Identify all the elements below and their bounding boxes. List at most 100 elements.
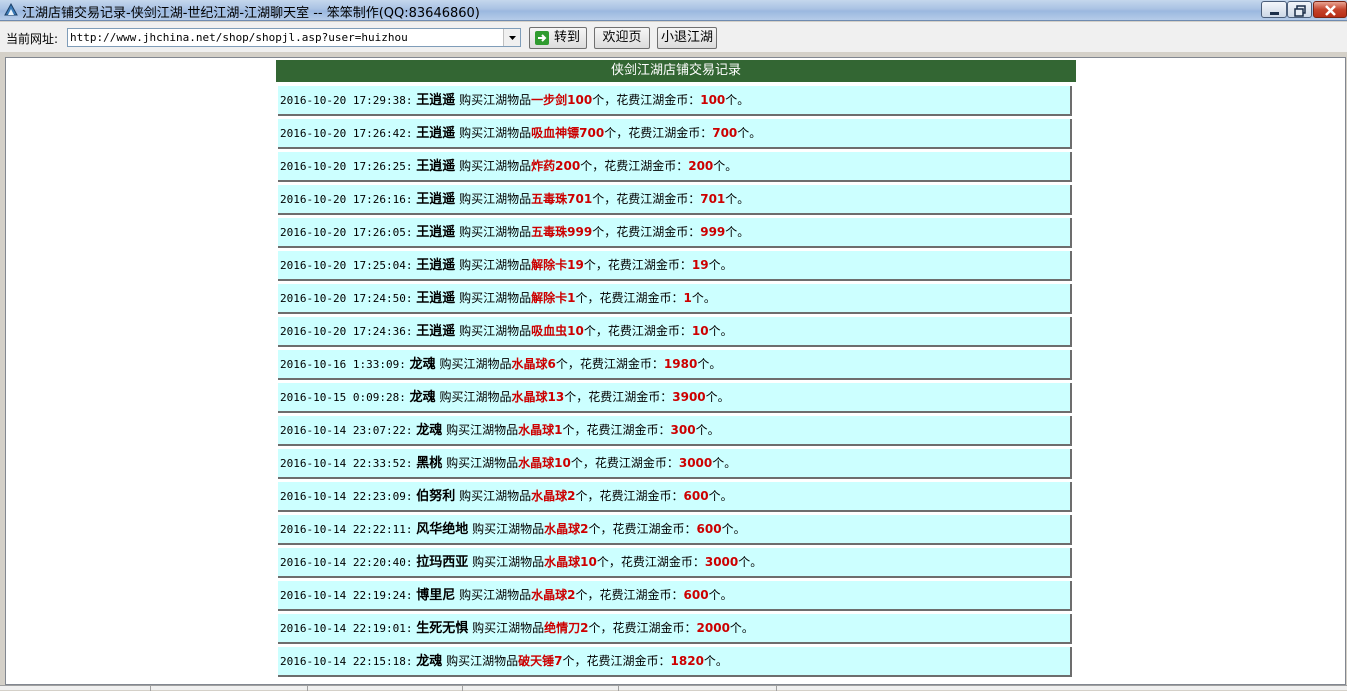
status-divider — [150, 686, 151, 691]
record-item: 水晶球1 — [518, 423, 563, 437]
exit-jianghu-button[interactable]: 小退江湖 — [657, 27, 717, 49]
record-time: 2016-10-14 22:23:09: — [280, 490, 413, 503]
record-item: 水晶球2 — [531, 588, 576, 602]
record-unit-text: 个。 — [713, 159, 738, 173]
record-buy-text: 购买江湖物品 — [459, 258, 532, 272]
app-icon — [3, 2, 19, 18]
page-title: 侠剑江湖店铺交易记录 — [276, 60, 1076, 82]
record-cost: 200 — [688, 159, 714, 173]
record-cost: 300 — [670, 423, 696, 437]
record-buy-text: 购买江湖物品 — [459, 588, 532, 602]
record-item: 破天锤7 — [518, 654, 563, 668]
record-cost-text: 个，花费江湖金币： — [555, 357, 664, 371]
record-unit-text: 个。 — [729, 621, 754, 635]
record-cost-text: 个，花费江湖金币： — [592, 192, 701, 206]
minimize-icon — [1270, 12, 1279, 15]
record-time: 2016-10-20 17:26:42: — [280, 127, 413, 140]
record-cost: 600 — [683, 588, 709, 602]
record-item: 解除卡1 — [531, 291, 576, 305]
url-combobox[interactable]: http://www.jhchina.net/shop/shopjl.asp?u… — [67, 28, 521, 47]
record-unit-text: 个。 — [691, 291, 716, 305]
record-user: 王逍遥 — [416, 324, 456, 339]
maximize-button[interactable] — [1287, 1, 1312, 18]
record-buy-text: 购买江湖物品 — [472, 522, 545, 536]
record-user: 龙魂 — [409, 390, 436, 405]
record-unit-text: 个。 — [703, 654, 728, 668]
record-user: 龙魂 — [409, 357, 436, 372]
record-user: 王逍遥 — [416, 225, 456, 240]
record-buy-text: 购买江湖物品 — [472, 555, 545, 569]
go-button-label: 转到 — [553, 30, 580, 45]
record-buy-text: 购买江湖物品 — [446, 654, 519, 668]
table-row: 2016-10-14 22:15:18: 龙魂 购买江湖物品破天锤7个，花费江湖… — [278, 647, 1072, 677]
record-item: 水晶球2 — [544, 522, 589, 536]
record-user: 王逍遥 — [416, 291, 456, 306]
status-bar — [0, 685, 1347, 691]
record-time: 2016-10-14 23:07:22: — [280, 424, 413, 437]
record-cost: 700 — [712, 126, 738, 140]
record-cost-text: 个，花费江湖金币： — [596, 555, 705, 569]
table-row: 2016-10-16 1:33:09: 龙魂 购买江湖物品水晶球6个，花费江湖金… — [278, 350, 1072, 380]
chevron-down-icon — [509, 36, 516, 40]
record-unit-text: 个。 — [725, 192, 750, 206]
record-cost: 701 — [700, 192, 726, 206]
close-button[interactable] — [1313, 1, 1347, 18]
title-bar[interactable]: 江湖店铺交易记录-侠剑江湖-世纪江湖-江湖聊天室 -- 笨笨制作(QQ:8364… — [0, 0, 1347, 21]
record-user: 生死无惧 — [416, 621, 469, 636]
record-cost-text: 个，花费江湖金币： — [592, 225, 701, 239]
record-buy-text: 购买江湖物品 — [459, 93, 532, 107]
record-time: 2016-10-20 17:24:50: — [280, 292, 413, 305]
record-item: 解除卡19 — [531, 258, 584, 272]
restore-icon — [1294, 5, 1306, 17]
record-cost: 100 — [700, 93, 726, 107]
record-user: 博里尼 — [416, 588, 456, 603]
record-cost-text: 个，花费江湖金币： — [583, 324, 692, 338]
table-row: 2016-10-20 17:25:04: 王逍遥 购买江湖物品解除卡19个，花费… — [278, 251, 1072, 281]
table-row: 2016-10-14 23:07:22: 龙魂 购买江湖物品水晶球1个，花费江湖… — [278, 416, 1072, 446]
record-cost-text: 个，花费江湖金币： — [575, 588, 684, 602]
welcome-page-button[interactable]: 欢迎页 — [594, 27, 650, 49]
record-cost-text: 个，花费江湖金币： — [562, 654, 671, 668]
record-time: 2016-10-20 17:26:16: — [280, 193, 413, 206]
record-unit-text: 个。 — [738, 555, 763, 569]
url-dropdown-button[interactable] — [503, 29, 520, 46]
table-row: 2016-10-20 17:24:36: 王逍遥 购买江湖物品吸血虫10个，花费… — [278, 317, 1072, 347]
record-time: 2016-10-16 1:33:09: — [280, 358, 406, 371]
record-cost: 10 — [691, 324, 709, 338]
table-row: 2016-10-14 22:19:24: 博里尼 购买江湖物品水晶球2个，花费江… — [278, 581, 1072, 611]
record-unit-text: 个。 — [708, 324, 733, 338]
table-row: 2016-10-20 17:26:16: 王逍遥 购买江湖物品五毒珠701个，花… — [278, 185, 1072, 215]
minimize-button[interactable] — [1261, 1, 1287, 18]
table-row: 2016-10-14 22:22:11: 风华绝地 购买江湖物品水晶球2个，花费… — [278, 515, 1072, 545]
table-row: 2016-10-20 17:26:25: 王逍遥 购买江湖物品炸药200个，花费… — [278, 152, 1072, 182]
table-row: 2016-10-20 17:26:05: 王逍遥 购买江湖物品五毒珠999个，花… — [278, 218, 1072, 248]
record-time: 2016-10-14 22:19:24: — [280, 589, 413, 602]
url-input[interactable]: http://www.jhchina.net/shop/shopjl.asp?u… — [70, 31, 408, 44]
record-unit-text: 个。 — [737, 126, 762, 140]
table-row: 2016-10-15 0:09:28: 龙魂 购买江湖物品水晶球13个，花费江湖… — [278, 383, 1072, 413]
record-cost-text: 个，花费江湖金币： — [583, 258, 692, 272]
go-arrow-icon — [535, 31, 549, 45]
record-time: 2016-10-20 17:24:36: — [280, 325, 413, 338]
record-time: 2016-10-20 17:29:38: — [280, 94, 413, 107]
window-title: 江湖店铺交易记录-侠剑江湖-世纪江湖-江湖聊天室 -- 笨笨制作(QQ:8364… — [22, 6, 480, 21]
table-row: 2016-10-14 22:19:01: 生死无惧 购买江湖物品绝情刀2个，花费… — [278, 614, 1072, 644]
table-row: 2016-10-20 17:24:50: 王逍遥 购买江湖物品解除卡1个，花费江… — [278, 284, 1072, 314]
record-item: 吸血虫10 — [531, 324, 584, 338]
content-frame[interactable]: 侠剑江湖店铺交易记录 2016-10-20 17:29:38: 王逍遥 购买江湖… — [5, 57, 1346, 685]
record-item: 水晶球2 — [531, 489, 576, 503]
record-unit-text: 个。 — [712, 456, 737, 470]
record-time: 2016-10-14 22:19:01: — [280, 622, 413, 635]
record-cost: 3000 — [704, 555, 739, 569]
record-unit-text: 个。 — [721, 522, 746, 536]
record-user: 伯努利 — [416, 489, 456, 504]
record-cost: 1980 — [663, 357, 698, 371]
record-cost-text: 个，花费江湖金币： — [604, 126, 713, 140]
go-button[interactable]: 转到 — [529, 27, 587, 49]
record-user: 王逍遥 — [416, 93, 456, 108]
record-cost-text: 个，花费江湖金币： — [570, 456, 679, 470]
record-item: 五毒珠999 — [531, 225, 593, 239]
record-unit-text: 个。 — [708, 258, 733, 272]
status-divider — [307, 686, 308, 691]
record-cost: 600 — [696, 522, 722, 536]
